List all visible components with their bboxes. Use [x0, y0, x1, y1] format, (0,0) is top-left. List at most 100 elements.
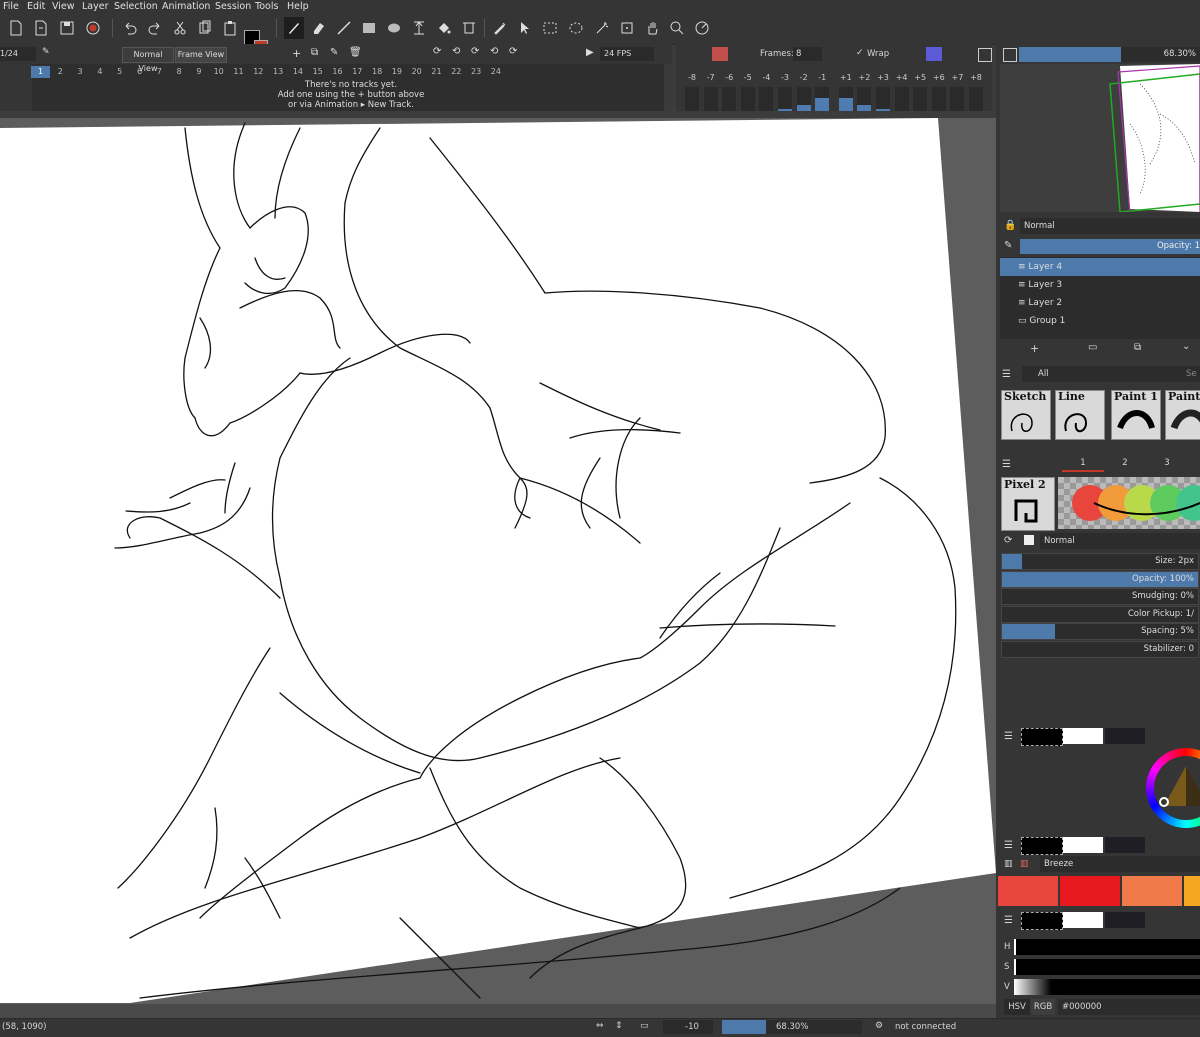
onion-next-color[interactable]	[926, 47, 942, 61]
hamburger-menu-icon[interactable]: ☰	[1004, 840, 1013, 851]
loop-icon-3[interactable]: ⟳	[471, 46, 479, 57]
frame-number[interactable]: 23	[467, 66, 486, 78]
brush-preset-paint[interactable]: Paint	[1165, 390, 1200, 440]
ellipse-select-icon[interactable]	[566, 17, 586, 39]
lock-icon[interactable]: 🔒	[1004, 220, 1016, 231]
palette-swatch[interactable]	[1060, 876, 1120, 906]
onion-opacity-bar[interactable]	[740, 87, 755, 111]
reset-view-icon[interactable]: ▭	[640, 1021, 649, 1031]
menu-tools[interactable]: Tools	[255, 0, 278, 13]
menu-animation[interactable]: Animation	[162, 0, 210, 13]
layer-item[interactable]: ≡ Layer 3	[1000, 276, 1200, 294]
menu-layer[interactable]: Layer	[82, 0, 109, 13]
hamburger-menu-icon[interactable]: ☰	[1004, 915, 1013, 926]
onion-opacity-bar[interactable]	[778, 87, 792, 111]
palette-swatch[interactable]	[1184, 876, 1200, 906]
onion-opacity-bar[interactable]	[759, 87, 774, 111]
eraser-tool-icon[interactable]	[309, 17, 329, 39]
color-swatch-prev[interactable]	[1105, 728, 1145, 744]
loop-icon[interactable]: ⟳	[433, 46, 441, 57]
frame-number[interactable]: 4	[90, 66, 109, 78]
record-icon[interactable]	[83, 17, 103, 39]
color-pickup-slider[interactable]: Color Pickup: 1/	[1001, 606, 1199, 623]
layer-item[interactable]: ▭ Group 1	[1000, 312, 1200, 330]
loop-icon-4[interactable]: ⟲	[490, 46, 498, 57]
fit-view-icon[interactable]	[1003, 48, 1017, 62]
hsv-tab[interactable]: HSV	[1004, 999, 1030, 1015]
rectangle-select-icon[interactable]	[540, 17, 560, 39]
brush-tab-1[interactable]: 1	[1062, 456, 1104, 472]
brush-preset-line[interactable]: Line	[1055, 390, 1105, 440]
frame-number[interactable]: 5	[110, 66, 129, 78]
frame-number[interactable]: 24	[486, 66, 505, 78]
color-swatch-prev[interactable]	[1105, 912, 1145, 928]
add-track-icon[interactable]: +	[292, 47, 301, 60]
frame-number[interactable]: 14	[288, 66, 307, 78]
onion-opacity-bar[interactable]	[722, 87, 737, 111]
frame-number[interactable]: 6	[130, 66, 149, 78]
chevron-down-icon[interactable]: ⌄	[1182, 341, 1190, 352]
frame-number[interactable]: 3	[71, 66, 90, 78]
onion-opacity-bar[interactable]	[796, 87, 811, 111]
zoom-icon[interactable]	[667, 17, 687, 39]
color-swatch-fg[interactable]	[1021, 837, 1063, 855]
onion-opacity-bar[interactable]	[815, 87, 830, 111]
rgb-tab[interactable]: RGB	[1031, 999, 1055, 1015]
frame-number[interactable]: 13	[269, 66, 288, 78]
redo-icon[interactable]	[145, 17, 165, 39]
pencil-icon[interactable]: ✎	[42, 47, 54, 61]
palette-icon-2[interactable]: ▥	[1020, 859, 1029, 869]
color-swatch-fg[interactable]	[1021, 912, 1063, 930]
frame-view-tab[interactable]: Frame View	[175, 47, 227, 63]
menu-help[interactable]: Help	[287, 0, 309, 13]
frame-number[interactable]: 16	[328, 66, 347, 78]
menu-edit[interactable]: Edit	[27, 0, 45, 13]
brush-tool-icon[interactable]	[284, 17, 304, 39]
layer-item[interactable]: ≡ Layer 4	[1000, 258, 1200, 276]
crop-tool-icon[interactable]	[617, 17, 637, 39]
value-slider[interactable]	[1014, 979, 1200, 995]
color-wheel[interactable]	[1146, 748, 1200, 828]
normal-view-tab[interactable]: Normal View	[122, 47, 174, 73]
frame-number[interactable]: 12	[249, 66, 268, 78]
spacing-slider[interactable]: Spacing: 5%	[1001, 623, 1199, 640]
hex-input[interactable]: #000000	[1058, 999, 1200, 1015]
navigator-preview[interactable]	[1000, 64, 1200, 215]
edit-track-icon[interactable]: ✎	[330, 47, 338, 58]
brush-opacity-slider[interactable]: Opacity: 100%	[1001, 571, 1199, 588]
brush-preset-paint1[interactable]: Paint 1	[1111, 390, 1161, 440]
layer-blend-mode[interactable]: Normal	[1020, 218, 1200, 234]
copy-icon[interactable]	[195, 17, 215, 39]
saturation-slider[interactable]	[1014, 959, 1200, 975]
brush-tag-select[interactable]: All	[1022, 366, 1198, 382]
frame-number[interactable]: 8	[170, 66, 189, 78]
reset-icon[interactable]: ⟳	[1004, 535, 1012, 546]
wrap-checkbox[interactable]: ✓	[856, 48, 864, 58]
frame-number[interactable]: 11	[229, 66, 248, 78]
onion-opacity-bar[interactable]	[685, 87, 699, 111]
onion-opacity-bar[interactable]	[969, 87, 983, 111]
hue-slider[interactable]	[1014, 939, 1200, 955]
onion-opacity-bar[interactable]	[876, 87, 890, 111]
frame-number[interactable]: 2	[51, 66, 70, 78]
alpha-lock-icon[interactable]: ✎	[1004, 240, 1012, 251]
menu-view[interactable]: View	[52, 0, 75, 13]
onion-previous-color[interactable]	[712, 47, 728, 61]
text-tool-icon[interactable]	[409, 17, 429, 39]
frames-spinbox[interactable]: 8	[793, 47, 822, 61]
onion-opacity-bar[interactable]	[857, 87, 872, 111]
brush-tab-3[interactable]: 3	[1146, 456, 1188, 470]
frame-number[interactable]: 15	[308, 66, 327, 78]
flip-vertical-icon[interactable]: ⇕	[615, 1021, 623, 1031]
frame-number[interactable]: 19	[387, 66, 406, 78]
loop-icon-5[interactable]: ⟳	[509, 46, 517, 57]
frame-number[interactable]: 7	[150, 66, 169, 78]
color-picker-icon[interactable]	[490, 17, 510, 39]
brush-size-slider[interactable]: Size: 2px	[1001, 553, 1199, 570]
onion-opacity-bar[interactable]	[950, 87, 965, 111]
fill-tool-icon[interactable]	[434, 17, 454, 39]
transform-tool-icon[interactable]	[459, 17, 479, 39]
horizontal-scrollbar[interactable]	[0, 1004, 996, 1018]
hamburger-menu-icon[interactable]: ☰	[1002, 369, 1011, 380]
rectangle-tool-icon[interactable]	[359, 17, 379, 39]
